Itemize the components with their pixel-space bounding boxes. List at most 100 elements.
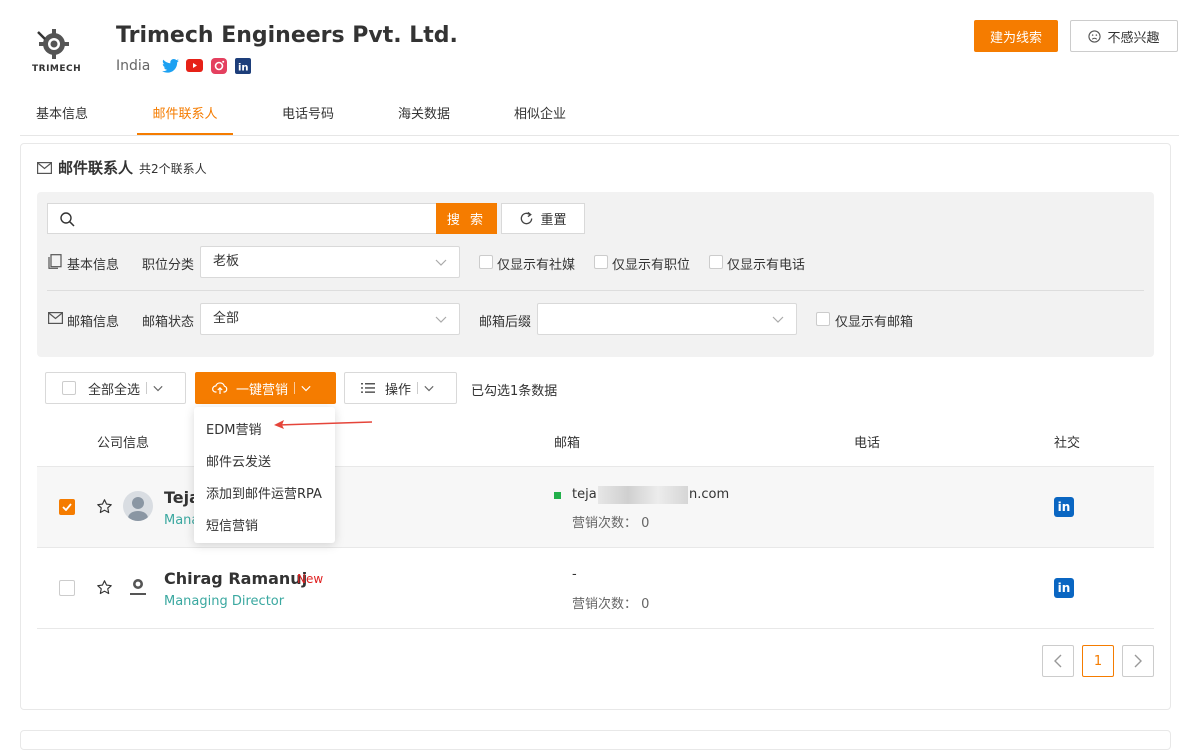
reset-label: 重置: [540, 213, 567, 228]
marketing-label: 一键营销: [236, 382, 289, 398]
select-all-checkbox[interactable]: [62, 381, 76, 395]
linkedin-icon[interactable]: in: [1054, 497, 1074, 517]
only-email-checkbox[interactable]: [816, 312, 830, 326]
chevron-down-icon: [435, 316, 447, 323]
tab-bar: 基本信息 邮件联系人 电话号码 海关数据 相似企业: [20, 96, 1179, 136]
reset-button[interactable]: 重置: [501, 203, 585, 234]
contact-email-suffix: n.com: [689, 487, 730, 502]
twitter-icon[interactable]: [162, 57, 179, 74]
linkedin-icon[interactable]: in: [234, 57, 251, 74]
email-suffix-label: 邮箱后缀: [479, 315, 532, 330]
contact-count: 共2个联系人: [139, 162, 207, 176]
create-lead-button[interactable]: 建为线索: [974, 20, 1058, 52]
marketing-count: 营销次数： 0: [572, 516, 650, 531]
email-mask: [598, 486, 688, 504]
menu-item-cloud-send[interactable]: 邮件云发送: [206, 451, 271, 470]
chevron-right-icon: [1134, 654, 1142, 668]
search-text[interactable]: [82, 208, 422, 230]
tab-email-contacts[interactable]: 邮件联系人: [137, 96, 233, 135]
avatar: [123, 491, 153, 521]
next-card: [20, 730, 1171, 750]
row-divider: [37, 628, 1154, 629]
divider: [294, 382, 296, 394]
select-all-dropdown[interactable]: 全部全选: [45, 372, 186, 404]
chevron-down-icon: [153, 385, 163, 392]
col-phone: 电话: [854, 436, 881, 451]
only-position-label: 仅显示有职位: [612, 258, 691, 273]
mail-icon: [37, 161, 52, 174]
col-social: 社交: [1054, 436, 1081, 451]
row-divider: [37, 547, 1154, 548]
menu-item-edm[interactable]: EDM营销: [206, 419, 261, 438]
search-icon: [60, 212, 75, 227]
email-info-label: 邮箱信息: [67, 315, 120, 330]
company-social-links: in: [162, 57, 251, 74]
cloud-upload-icon: [212, 382, 228, 394]
linkedin-icon[interactable]: in: [1054, 578, 1074, 598]
prev-page-button[interactable]: [1042, 645, 1074, 677]
tab-basic-info[interactable]: 基本信息: [20, 96, 104, 135]
not-interested-button[interactable]: 不感兴趣: [1070, 20, 1178, 52]
col-company-info: 公司信息: [97, 436, 150, 451]
position-value: 老板: [213, 254, 240, 269]
youtube-icon[interactable]: [186, 57, 203, 74]
not-interested-label: 不感兴趣: [1107, 29, 1160, 45]
email-suffix-select[interactable]: [537, 303, 797, 335]
page-button[interactable]: 1: [1082, 645, 1114, 677]
operations-label: 操作: [385, 382, 412, 398]
selected-count: 已勾选1条数据: [471, 384, 558, 399]
list-icon: [361, 383, 375, 393]
only-social-label: 仅显示有社媒: [497, 258, 576, 273]
tab-similar-companies[interactable]: 相似企业: [498, 96, 582, 135]
next-page-button[interactable]: [1122, 645, 1154, 677]
email-status-select[interactable]: 全部: [200, 303, 460, 335]
only-position-checkbox[interactable]: [594, 255, 608, 269]
only-social-checkbox[interactable]: [479, 255, 493, 269]
menu-item-rpa[interactable]: 添加到邮件运营RPA: [206, 483, 322, 502]
filter-divider: [47, 290, 1144, 291]
company-logo-small: [125, 574, 151, 600]
frown-icon: [1088, 29, 1102, 43]
logo-text: TRIMECH: [32, 64, 82, 74]
row-checkbox[interactable]: [59, 580, 75, 596]
chevron-left-icon: [1054, 654, 1062, 668]
chevron-down-icon: [424, 385, 434, 392]
contact-title: Managing Director: [164, 594, 285, 609]
new-badge: New: [297, 572, 324, 586]
section-title: 邮件联系人 共2个联系人: [37, 157, 207, 178]
instagram-icon[interactable]: [210, 57, 227, 74]
tab-phone-numbers[interactable]: 电话号码: [266, 96, 350, 135]
search-button[interactable]: 搜 索: [436, 203, 497, 234]
contact-name[interactable]: Chirag Ramanuj: [164, 569, 307, 588]
contact-email: -: [572, 567, 577, 582]
chevron-down-icon: [301, 385, 311, 392]
email-status-label: 邮箱状态: [142, 315, 195, 330]
doc-icon: [48, 254, 62, 273]
star-icon[interactable]: [96, 579, 113, 600]
one-click-marketing-button[interactable]: 一键营销: [195, 372, 336, 404]
row-checkbox[interactable]: [59, 499, 75, 515]
select-all-label: 全部全选: [88, 382, 141, 398]
only-phone-label: 仅显示有电话: [727, 258, 806, 273]
contact-email[interactable]: teja: [572, 487, 597, 502]
annotation-arrow: [274, 420, 373, 429]
search-input[interactable]: [47, 203, 437, 234]
email-status-value: 全部: [213, 311, 240, 326]
divider: [146, 382, 148, 394]
company-country: India: [116, 58, 151, 74]
position-label: 职位分类: [142, 258, 195, 273]
col-email: 邮箱: [554, 436, 581, 451]
operations-dropdown[interactable]: 操作: [344, 372, 457, 404]
star-icon[interactable]: [96, 498, 113, 519]
company-name: Trimech Engineers Pvt. Ltd.: [116, 23, 458, 48]
marketing-count: 营销次数： 0: [572, 597, 650, 612]
mail-icon: [48, 312, 64, 328]
chevron-down-icon: [772, 316, 784, 323]
basic-info-label: 基本信息: [67, 258, 120, 273]
tab-customs-data[interactable]: 海关数据: [382, 96, 466, 135]
menu-item-sms[interactable]: 短信营销: [206, 515, 258, 534]
divider: [417, 382, 419, 394]
section-title-text: 邮件联系人: [58, 159, 134, 177]
only-phone-checkbox[interactable]: [709, 255, 723, 269]
position-select[interactable]: 老板: [200, 246, 460, 278]
